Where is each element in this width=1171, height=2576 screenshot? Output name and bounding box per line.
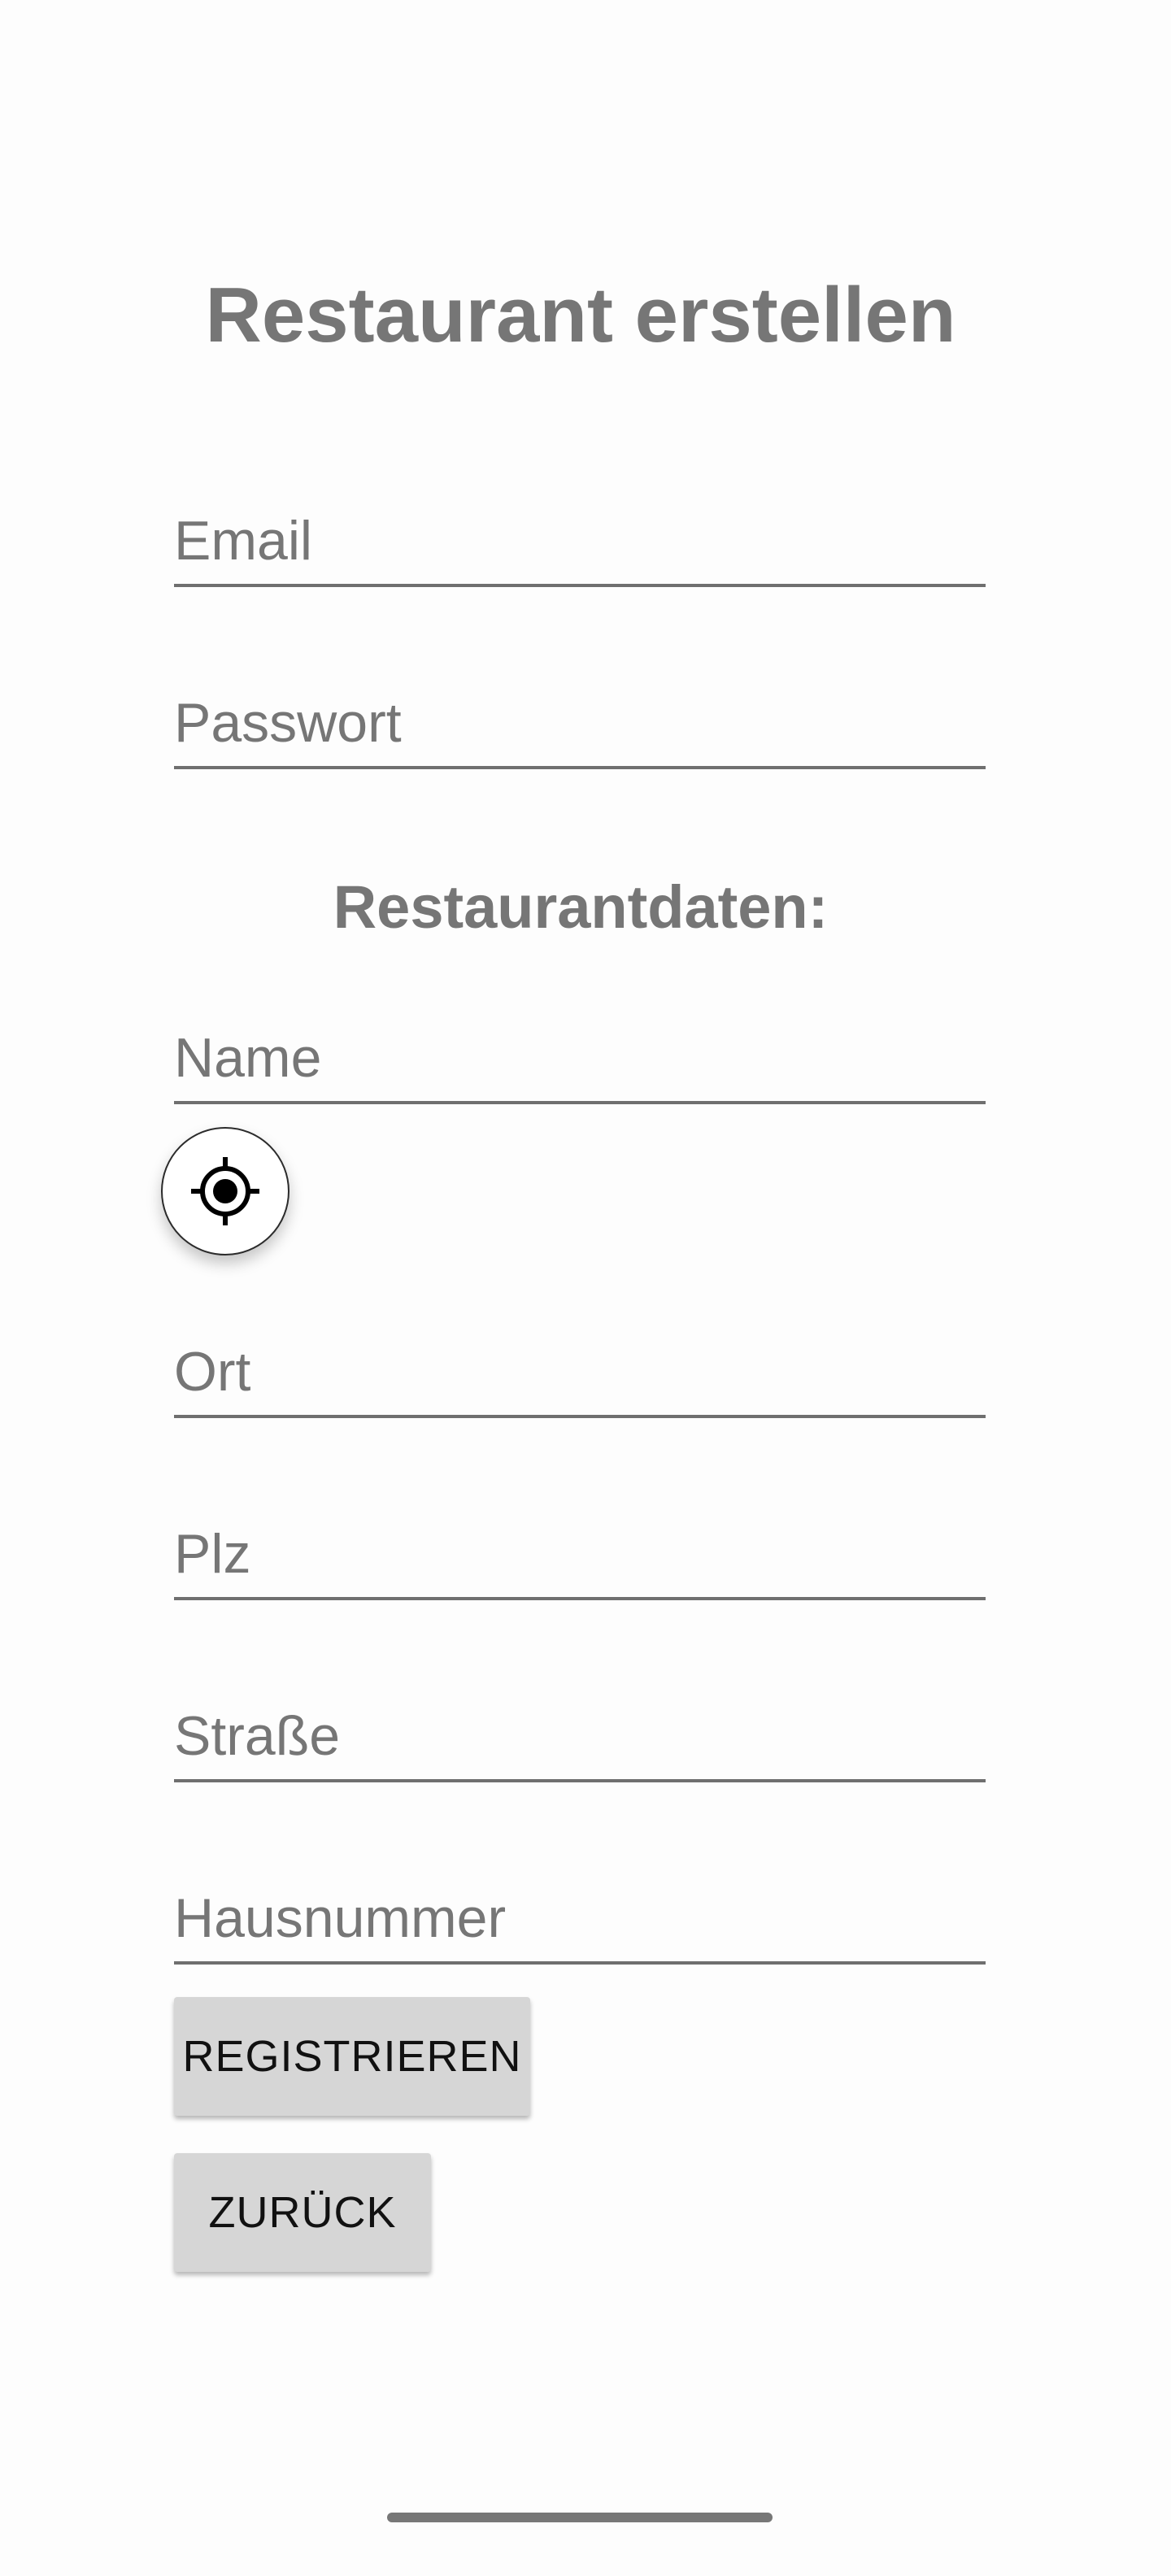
- back-button[interactable]: ZURÜCK: [174, 2153, 431, 2272]
- email-input[interactable]: [174, 509, 986, 572]
- current-location-button[interactable]: [161, 1127, 289, 1255]
- gps-crosshair-icon: [191, 1157, 259, 1225]
- name-field-container: [174, 1015, 986, 1104]
- page-title: Restaurant erstellen: [205, 272, 956, 359]
- zip-input[interactable]: [174, 1522, 986, 1586]
- email-field-container: [174, 498, 986, 587]
- restaurant-data-heading: Restaurantdaten:: [333, 873, 829, 941]
- register-button[interactable]: REGISTRIEREN: [174, 1997, 530, 2116]
- zip-field-container: [174, 1511, 986, 1600]
- street-input[interactable]: [174, 1704, 986, 1768]
- password-input[interactable]: [174, 691, 986, 755]
- password-field-container: [174, 680, 986, 769]
- city-field-container: [174, 1329, 986, 1418]
- street-field-container: [174, 1693, 986, 1782]
- house-number-field-container: [174, 1875, 986, 1965]
- home-indicator[interactable]: [387, 2513, 773, 2522]
- city-input[interactable]: [174, 1340, 986, 1403]
- restaurant-name-input[interactable]: [174, 1026, 986, 1090]
- house-number-input[interactable]: [174, 1886, 986, 1950]
